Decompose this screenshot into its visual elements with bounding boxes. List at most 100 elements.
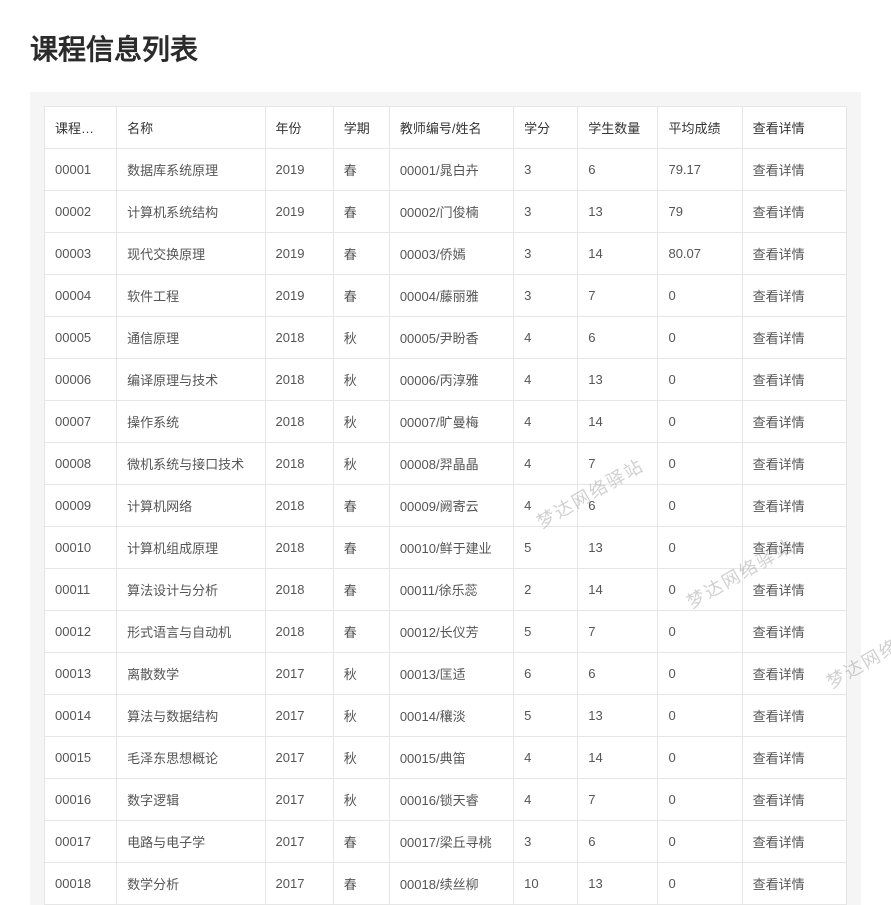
cell-teacher: 00001/晁白卉: [389, 149, 513, 191]
cell-avg-score: 0: [658, 611, 742, 653]
cell-credit: 10: [514, 863, 578, 905]
detail-link[interactable]: 查看详情: [753, 289, 805, 304]
cell-semester: 春: [333, 485, 389, 527]
cell-name: 编译原理与技术: [117, 359, 265, 401]
detail-link[interactable]: 查看详情: [753, 667, 805, 682]
table-row: 00010计算机组成原理2018春00010/鲜于建业5130查看详情: [45, 527, 847, 569]
detail-link[interactable]: 查看详情: [753, 499, 805, 514]
cell-course-id: 00008: [45, 443, 117, 485]
cell-name: 毛泽东思想概论: [117, 737, 265, 779]
table-row: 00008微机系统与接口技术2018秋00008/羿晶晶470查看详情: [45, 443, 847, 485]
cell-year: 2018: [265, 317, 333, 359]
cell-year: 2018: [265, 527, 333, 569]
cell-name: 数学分析: [117, 863, 265, 905]
cell-credit: 5: [514, 527, 578, 569]
cell-student-count: 7: [578, 275, 658, 317]
cell-teacher: 00012/长仪芳: [389, 611, 513, 653]
cell-teacher: 00002/门俊楠: [389, 191, 513, 233]
table-row: 00013离散数学2017秋00013/匡适660查看详情: [45, 653, 847, 695]
cell-course-id: 00016: [45, 779, 117, 821]
detail-link[interactable]: 查看详情: [753, 835, 805, 850]
cell-semester: 春: [333, 233, 389, 275]
course-table: 课程编号 名称 年份 学期 教师编号/姓名 学分 学生数量 平均成绩 查看详情 …: [44, 106, 847, 905]
cell-course-id: 00002: [45, 191, 117, 233]
cell-year: 2018: [265, 611, 333, 653]
detail-link[interactable]: 查看详情: [753, 793, 805, 808]
cell-avg-score: 0: [658, 863, 742, 905]
cell-year: 2017: [265, 695, 333, 737]
detail-link[interactable]: 查看详情: [753, 373, 805, 388]
table-container: 课程编号 名称 年份 学期 教师编号/姓名 学分 学生数量 平均成绩 查看详情 …: [30, 92, 861, 905]
cell-teacher: 00008/羿晶晶: [389, 443, 513, 485]
table-row: 00016数字逻辑2017秋00016/锁天睿470查看详情: [45, 779, 847, 821]
cell-avg-score: 0: [658, 779, 742, 821]
cell-avg-score: 0: [658, 821, 742, 863]
detail-link[interactable]: 查看详情: [753, 709, 805, 724]
cell-teacher: 00007/旷曼梅: [389, 401, 513, 443]
detail-link[interactable]: 查看详情: [753, 415, 805, 430]
cell-teacher: 00011/徐乐蕊: [389, 569, 513, 611]
cell-teacher: 00010/鲜于建业: [389, 527, 513, 569]
cell-year: 2017: [265, 821, 333, 863]
cell-semester: 春: [333, 527, 389, 569]
cell-detail: 查看详情: [742, 191, 846, 233]
cell-course-id: 00006: [45, 359, 117, 401]
cell-course-id: 00012: [45, 611, 117, 653]
cell-detail: 查看详情: [742, 611, 846, 653]
cell-credit: 4: [514, 317, 578, 359]
cell-avg-score: 0: [658, 275, 742, 317]
cell-year: 2019: [265, 233, 333, 275]
cell-student-count: 7: [578, 611, 658, 653]
header-teacher: 教师编号/姓名: [389, 107, 513, 149]
detail-link[interactable]: 查看详情: [753, 751, 805, 766]
cell-year: 2019: [265, 149, 333, 191]
cell-name: 形式语言与自动机: [117, 611, 265, 653]
table-row: 00012形式语言与自动机2018春00012/长仪芳570查看详情: [45, 611, 847, 653]
detail-link[interactable]: 查看详情: [753, 205, 805, 220]
cell-name: 数字逻辑: [117, 779, 265, 821]
detail-link[interactable]: 查看详情: [753, 331, 805, 346]
header-avg-score: 平均成绩: [658, 107, 742, 149]
cell-credit: 4: [514, 359, 578, 401]
detail-link[interactable]: 查看详情: [753, 247, 805, 262]
cell-detail: 查看详情: [742, 275, 846, 317]
cell-teacher: 00015/典笛: [389, 737, 513, 779]
detail-link[interactable]: 查看详情: [753, 877, 805, 892]
table-row: 00005通信原理2018秋00005/尹盼香460查看详情: [45, 317, 847, 359]
cell-teacher: 00017/梁丘寻桃: [389, 821, 513, 863]
table-row: 00003现代交换原理2019春00003/侨嫣31480.07查看详情: [45, 233, 847, 275]
cell-detail: 查看详情: [742, 401, 846, 443]
detail-link[interactable]: 查看详情: [753, 457, 805, 472]
cell-year: 2017: [265, 653, 333, 695]
cell-student-count: 6: [578, 317, 658, 359]
cell-student-count: 6: [578, 485, 658, 527]
detail-link[interactable]: 查看详情: [753, 163, 805, 178]
detail-link[interactable]: 查看详情: [753, 583, 805, 598]
detail-link[interactable]: 查看详情: [753, 625, 805, 640]
cell-detail: 查看详情: [742, 233, 846, 275]
table-row: 00006编译原理与技术2018秋00006/丙淳雅4130查看详情: [45, 359, 847, 401]
cell-detail: 查看详情: [742, 443, 846, 485]
cell-credit: 3: [514, 233, 578, 275]
cell-teacher: 00004/藤丽雅: [389, 275, 513, 317]
cell-teacher: 00005/尹盼香: [389, 317, 513, 359]
cell-avg-score: 79.17: [658, 149, 742, 191]
cell-detail: 查看详情: [742, 863, 846, 905]
cell-teacher: 00014/穰淡: [389, 695, 513, 737]
cell-course-id: 00001: [45, 149, 117, 191]
table-row: 00015毛泽东思想概论2017秋00015/典笛4140查看详情: [45, 737, 847, 779]
header-name: 名称: [117, 107, 265, 149]
cell-avg-score: 79: [658, 191, 742, 233]
cell-course-id: 00015: [45, 737, 117, 779]
cell-course-id: 00010: [45, 527, 117, 569]
cell-student-count: 14: [578, 737, 658, 779]
cell-student-count: 6: [578, 653, 658, 695]
table-row: 00017电路与电子学2017春00017/梁丘寻桃360查看详情: [45, 821, 847, 863]
cell-semester: 春: [333, 275, 389, 317]
cell-name: 计算机系统结构: [117, 191, 265, 233]
detail-link[interactable]: 查看详情: [753, 541, 805, 556]
cell-course-id: 00004: [45, 275, 117, 317]
cell-avg-score: 0: [658, 401, 742, 443]
header-year: 年份: [265, 107, 333, 149]
cell-avg-score: 0: [658, 653, 742, 695]
